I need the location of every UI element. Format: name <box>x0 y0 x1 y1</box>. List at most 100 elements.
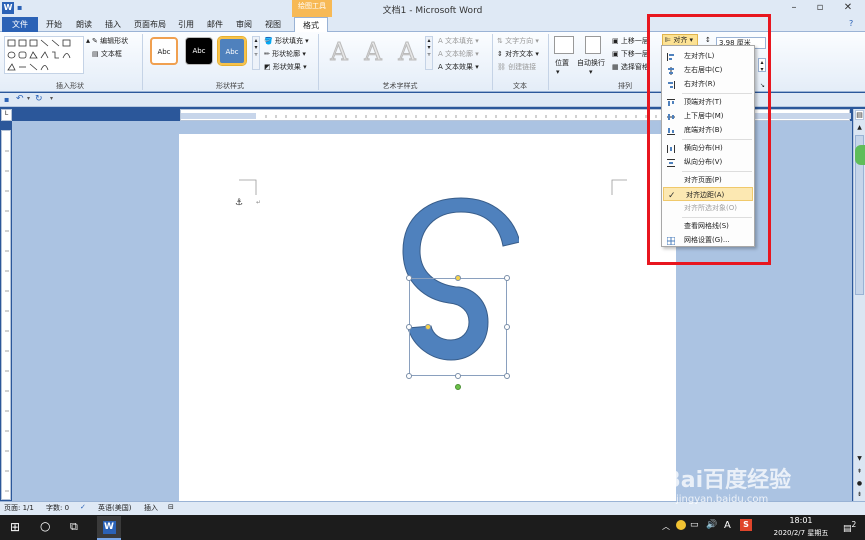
shape-fill-label: 形状填充 <box>274 37 303 45</box>
tab-view[interactable]: 视图 <box>259 17 287 32</box>
next-page-icon[interactable]: ⇟ <box>855 491 864 499</box>
resize-handle-bm[interactable] <box>455 373 461 379</box>
position-icon[interactable] <box>554 36 574 54</box>
adjust-handle-2[interactable] <box>425 324 431 330</box>
text-fill-button[interactable]: A 文本填充 ▾ <box>438 36 479 46</box>
shape-style-blue-selected[interactable]: Abc <box>217 36 247 66</box>
vertical-ruler-ticks <box>5 150 9 492</box>
tab-format[interactable]: 格式 <box>294 17 328 32</box>
tab-mailings[interactable]: 邮件 <box>201 17 229 32</box>
status-word-count[interactable]: 字数: 0 <box>46 503 69 513</box>
bring-forward-label: 上移一层 <box>620 37 649 45</box>
status-language[interactable]: 英语(美国) <box>98 503 131 513</box>
position-button[interactable]: 位置 <box>555 58 569 68</box>
vertical-ruler[interactable] <box>1 130 11 500</box>
text-outline-button[interactable]: A 文本轮廓 ▾ <box>438 49 479 59</box>
customize-qat-icon[interactable]: ▾ <box>50 95 53 102</box>
text-effects-label: 文本效果 <box>445 63 474 71</box>
shape-gallery[interactable] <box>4 36 84 74</box>
shape-gallery-scroll-icon[interactable]: ▴ <box>86 36 90 45</box>
wrap-text-icon[interactable] <box>585 36 601 54</box>
resize-handle-tr[interactable] <box>504 275 510 281</box>
tab-layout[interactable]: 页面布局 <box>128 17 172 32</box>
task-view-icon[interactable]: ⧉ <box>70 520 78 534</box>
start-icon[interactable]: ⊞ <box>10 520 20 534</box>
shape-fill-button[interactable]: 🪣 形状填充 ▾ <box>264 36 309 46</box>
close-button[interactable]: ✕ <box>841 2 855 14</box>
create-link-button[interactable]: ⛓ 创建链接 <box>497 62 536 72</box>
wordart-group-label: 艺术字样式 <box>382 82 418 90</box>
sogou-ime-icon[interactable]: S <box>740 519 752 531</box>
minimize-button[interactable]: – <box>787 2 801 14</box>
search-icon[interactable]: ○ <box>40 519 50 533</box>
word-taskbar-icon: W <box>102 521 116 534</box>
bring-forward-button[interactable]: ▣ 上移一层 <box>612 36 649 46</box>
tray-app-icon[interactable] <box>676 520 686 530</box>
proofing-icon[interactable]: ✓ <box>80 503 86 511</box>
resize-handle-tl[interactable] <box>406 275 412 281</box>
wordart-more-icon[interactable]: ▴ ▾ ▿ <box>425 36 433 70</box>
volume-icon[interactable]: 🔊 <box>706 520 717 530</box>
wordart-style-1[interactable]: A <box>325 38 353 67</box>
wrap-text-dropdown-icon[interactable]: ▾ <box>589 68 593 76</box>
clock-date[interactable]: 2020/2/7 星期五 <box>762 528 840 538</box>
shape-style-outline-orange[interactable]: Abc <box>150 37 178 65</box>
tab-home[interactable]: 开始 <box>40 17 68 32</box>
highlight-annotation-box <box>647 14 771 265</box>
wordart-style-3[interactable]: A <box>393 38 421 67</box>
text-group-label: 文本 <box>513 82 527 90</box>
ime-indicator[interactable]: A <box>724 520 731 531</box>
shape-outline-button[interactable]: ✏ 形状轮廓 ▾ <box>264 49 306 59</box>
resize-handle-br[interactable] <box>504 373 510 379</box>
status-page[interactable]: 页面: 1/1 <box>4 503 34 513</box>
position-dropdown-icon[interactable]: ▾ <box>556 68 560 76</box>
adjust-handle[interactable] <box>455 275 461 281</box>
selection-pane-button[interactable]: ▦ 选择窗格 <box>612 62 649 72</box>
maximize-button[interactable]: ▫ <box>813 2 827 14</box>
prev-page-icon[interactable]: ⇞ <box>855 468 864 476</box>
ruler-toggle-icon[interactable]: ▤ <box>855 110 864 120</box>
resize-handle-ml[interactable] <box>406 324 412 330</box>
text-direction-button[interactable]: ⇅ 文字方向 ▾ <box>497 36 539 46</box>
shape-styles-group-label: 形状样式 <box>216 82 244 90</box>
tab-file[interactable]: 文件 <box>2 17 38 32</box>
side-float-icon[interactable] <box>855 145 865 165</box>
scroll-down-icon[interactable]: ▼ <box>855 455 864 463</box>
notification-icon[interactable]: ▤2 <box>843 520 856 534</box>
tab-review[interactable]: 审阅 <box>230 17 258 32</box>
resize-handle-bl[interactable] <box>406 373 412 379</box>
resize-handle-mr[interactable] <box>504 324 510 330</box>
browse-object-icon[interactable]: ● <box>855 480 864 488</box>
redo-icon[interactable]: ↻ <box>35 94 43 104</box>
tab-selector-icon[interactable]: L <box>1 109 12 121</box>
tab-references[interactable]: 引用 <box>172 17 200 32</box>
text-direction-label: 文字方向 <box>505 37 534 45</box>
taskbar-word-button[interactable]: W <box>97 516 121 540</box>
tab-read[interactable]: 朗读 <box>70 17 98 32</box>
edit-shape-button[interactable]: ✎ 编辑形状 <box>92 36 128 46</box>
status-insert-mode[interactable]: 插入 <box>144 503 158 513</box>
align-text-button[interactable]: ⇕ 对齐文本 ▾ <box>497 49 539 59</box>
undo-dropdown-icon[interactable]: ▾ <box>27 95 30 102</box>
text-box-button[interactable]: ▤ 文本框 <box>92 49 122 59</box>
selection-box <box>409 278 507 376</box>
shape-style-black[interactable]: Abc <box>185 37 213 65</box>
notification-count: 2 <box>851 520 857 529</box>
document-page[interactable]: ⚓ ↵ <box>179 134 676 501</box>
send-backward-button[interactable]: ▣ 下移一层 <box>612 49 649 59</box>
macro-record-icon[interactable]: ⊟ <box>168 503 174 511</box>
tab-insert[interactable]: 插入 <box>99 17 127 32</box>
tray-expand-icon[interactable]: ︿ <box>662 521 670 532</box>
text-effects-button[interactable]: A 文本效果 ▾ <box>438 62 479 72</box>
rotate-handle[interactable] <box>455 384 461 390</box>
wordart-style-2[interactable]: A <box>359 38 387 67</box>
help-icon[interactable]: ? <box>849 19 853 28</box>
wrap-text-button[interactable]: 自动换行 <box>577 58 605 68</box>
save-icon[interactable]: ▪ <box>4 95 9 104</box>
shape-effects-button[interactable]: ◩ 形状效果 ▾ <box>264 62 307 72</box>
network-icon[interactable]: ▭ <box>690 520 699 530</box>
clock-time[interactable]: 18:01 <box>766 516 836 525</box>
undo-icon[interactable]: ↶ <box>16 94 24 104</box>
shape-style-more-icon[interactable]: ▴ ▾ ▿ <box>252 36 260 70</box>
scroll-up-icon[interactable]: ▲ <box>855 124 864 132</box>
